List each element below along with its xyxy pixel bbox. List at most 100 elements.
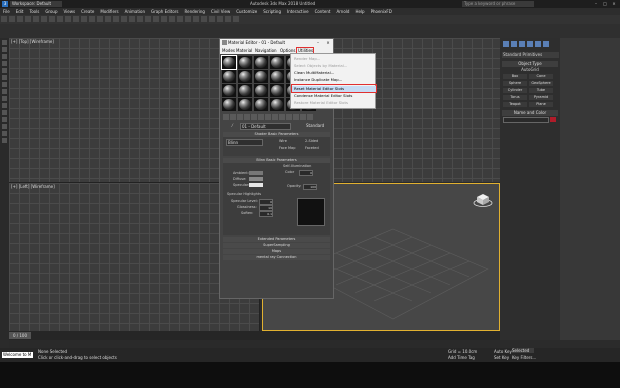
cone-button[interactable]: Cone	[529, 74, 553, 79]
menu-material[interactable]: Material	[236, 47, 252, 54]
menu-edit[interactable]: Edit	[13, 8, 27, 15]
get-material-icon[interactable]	[222, 114, 229, 120]
window-crossing-icon[interactable]	[73, 16, 79, 22]
menu-graph-editors[interactable]: Graph Editors	[148, 8, 181, 15]
layer-icon[interactable]	[185, 16, 191, 22]
tool-icon[interactable]	[2, 47, 7, 52]
self-illum-color-spinner[interactable]: 0	[299, 170, 313, 176]
tube-button[interactable]: Tube	[529, 88, 553, 93]
move-icon[interactable]	[81, 16, 87, 22]
track-bar[interactable]	[9, 340, 500, 348]
put-to-library-icon[interactable]	[257, 114, 264, 120]
set-key-button[interactable]: Set Key	[494, 355, 509, 360]
sample-slot[interactable]	[222, 70, 236, 83]
supersampling-rollout[interactable]: SuperSampling	[223, 243, 330, 248]
pivot-icon[interactable]	[121, 16, 127, 22]
tool-icon[interactable]	[2, 103, 7, 108]
pyramid-button[interactable]: Pyramid	[529, 95, 553, 100]
menu-arnold[interactable]: Arnold	[333, 8, 352, 15]
torus-button[interactable]: Torus	[503, 95, 527, 100]
menu-scripting[interactable]: Scripting	[260, 8, 284, 15]
viewport-label[interactable]: [+] [Left] [Wireframe]	[11, 184, 55, 189]
ambient-color-swatch[interactable]	[249, 171, 263, 175]
tool-icon[interactable]	[2, 138, 7, 143]
assign-to-selection-icon[interactable]	[236, 114, 243, 120]
opacity-spinner[interactable]: 100	[303, 184, 317, 190]
plane-button[interactable]: Plane	[529, 102, 553, 107]
menu-help[interactable]: Help	[352, 8, 367, 15]
redo-icon[interactable]	[9, 16, 15, 22]
align-icon[interactable]	[177, 16, 183, 22]
tool-icon[interactable]	[2, 110, 7, 115]
maxscript-listener[interactable]: Welcome to M	[2, 352, 33, 358]
put-to-scene-icon[interactable]	[229, 114, 236, 120]
self-illum-color-checkbox[interactable]: Color	[285, 170, 294, 174]
select-by-name-icon[interactable]	[57, 16, 63, 22]
select-filter-icon[interactable]	[41, 16, 47, 22]
modify-tab-icon[interactable]	[511, 41, 517, 47]
link-icon[interactable]	[17, 16, 23, 22]
mirror-icon[interactable]	[169, 16, 175, 22]
clean-multimaterial-item[interactable]: Clean MultiMaterial...	[294, 70, 334, 76]
snap-icon[interactable]	[129, 16, 135, 22]
key-filters-button[interactable]: Key Filters...	[512, 355, 536, 360]
select-object-icon[interactable]	[49, 16, 55, 22]
time-slider-thumb[interactable]: 0 / 100	[9, 332, 31, 339]
sample-slot[interactable]	[270, 98, 284, 111]
sample-slot[interactable]	[254, 84, 268, 97]
show-map-icon[interactable]	[271, 114, 278, 120]
menu-civil-view[interactable]: Civil View	[208, 8, 233, 15]
menu-content[interactable]: Content	[312, 8, 334, 15]
sample-slot[interactable]	[270, 84, 284, 97]
sample-slot[interactable]	[238, 98, 252, 111]
menu-rendering[interactable]: Rendering	[182, 8, 208, 15]
object-name-field[interactable]	[503, 117, 549, 123]
show-end-result-icon[interactable]	[278, 114, 285, 120]
geosphere-button[interactable]: GeoSphere	[529, 81, 553, 86]
diffuse-color-swatch[interactable]	[249, 177, 263, 181]
make-unique-icon[interactable]	[250, 114, 257, 120]
material-name-field[interactable]: 01 - Default	[240, 123, 291, 130]
time-slider[interactable]: 0 / 100	[9, 331, 500, 340]
condense-material-editor-slots-item[interactable]: Condense Material Editor Slots	[294, 93, 352, 99]
two-sided-checkbox[interactable]: 2-Sided	[305, 139, 318, 143]
autogrid-checkbox[interactable]: AutoGrid	[502, 67, 558, 73]
mental-ray-connection-rollout[interactable]: mental ray Connection	[223, 255, 330, 260]
render-icon[interactable]	[233, 16, 239, 22]
search-input[interactable]: Type a keyword or phrase	[462, 1, 534, 7]
shader-dropdown[interactable]: Blinn	[226, 139, 263, 146]
hierarchy-tab-icon[interactable]	[519, 41, 525, 47]
create-tab-icon[interactable]	[503, 41, 509, 47]
soften-spinner[interactable]: 0.1	[259, 211, 273, 217]
sample-slot[interactable]	[254, 98, 268, 111]
scale-icon[interactable]	[97, 16, 103, 22]
select-by-material-icon[interactable]	[299, 114, 306, 120]
sample-slot[interactable]	[270, 70, 284, 83]
teapot-button[interactable]: Teapot	[503, 102, 527, 107]
tool-icon[interactable]	[2, 96, 7, 101]
tool-icon[interactable]	[2, 131, 7, 136]
display-tab-icon[interactable]	[535, 41, 541, 47]
sample-slot[interactable]	[222, 84, 236, 97]
unlink-icon[interactable]	[25, 16, 31, 22]
menu-animation[interactable]: Animation	[122, 8, 148, 15]
render-setup-icon[interactable]	[217, 16, 223, 22]
menu-interactive[interactable]: Interactive	[284, 8, 312, 15]
key-set-dropdown[interactable]: Selected	[512, 348, 534, 353]
menu-phoenixfd[interactable]: PhoenixFD	[368, 8, 395, 15]
menu-views[interactable]: Views	[61, 8, 79, 15]
close-icon[interactable]: ×	[610, 1, 618, 7]
reset-map-icon[interactable]	[243, 114, 250, 120]
render-frame-icon[interactable]	[225, 16, 231, 22]
menu-navigation[interactable]: Navigation	[255, 47, 277, 54]
tool-icon[interactable]	[2, 40, 7, 45]
curve-editor-icon[interactable]	[193, 16, 199, 22]
blinn-basic-header[interactable]: Blinn Basic Parameters	[223, 158, 330, 163]
spinner-snap-icon[interactable]	[153, 16, 159, 22]
instance-duplicate-map-item[interactable]: Instance Duplicate Map...	[294, 77, 342, 83]
object-color-swatch[interactable]	[550, 117, 556, 122]
tool-icon[interactable]	[2, 61, 7, 66]
rotate-icon[interactable]	[89, 16, 95, 22]
material-editor-icon[interactable]	[209, 16, 215, 22]
eyedropper-icon[interactable]: ⁄	[232, 123, 233, 128]
